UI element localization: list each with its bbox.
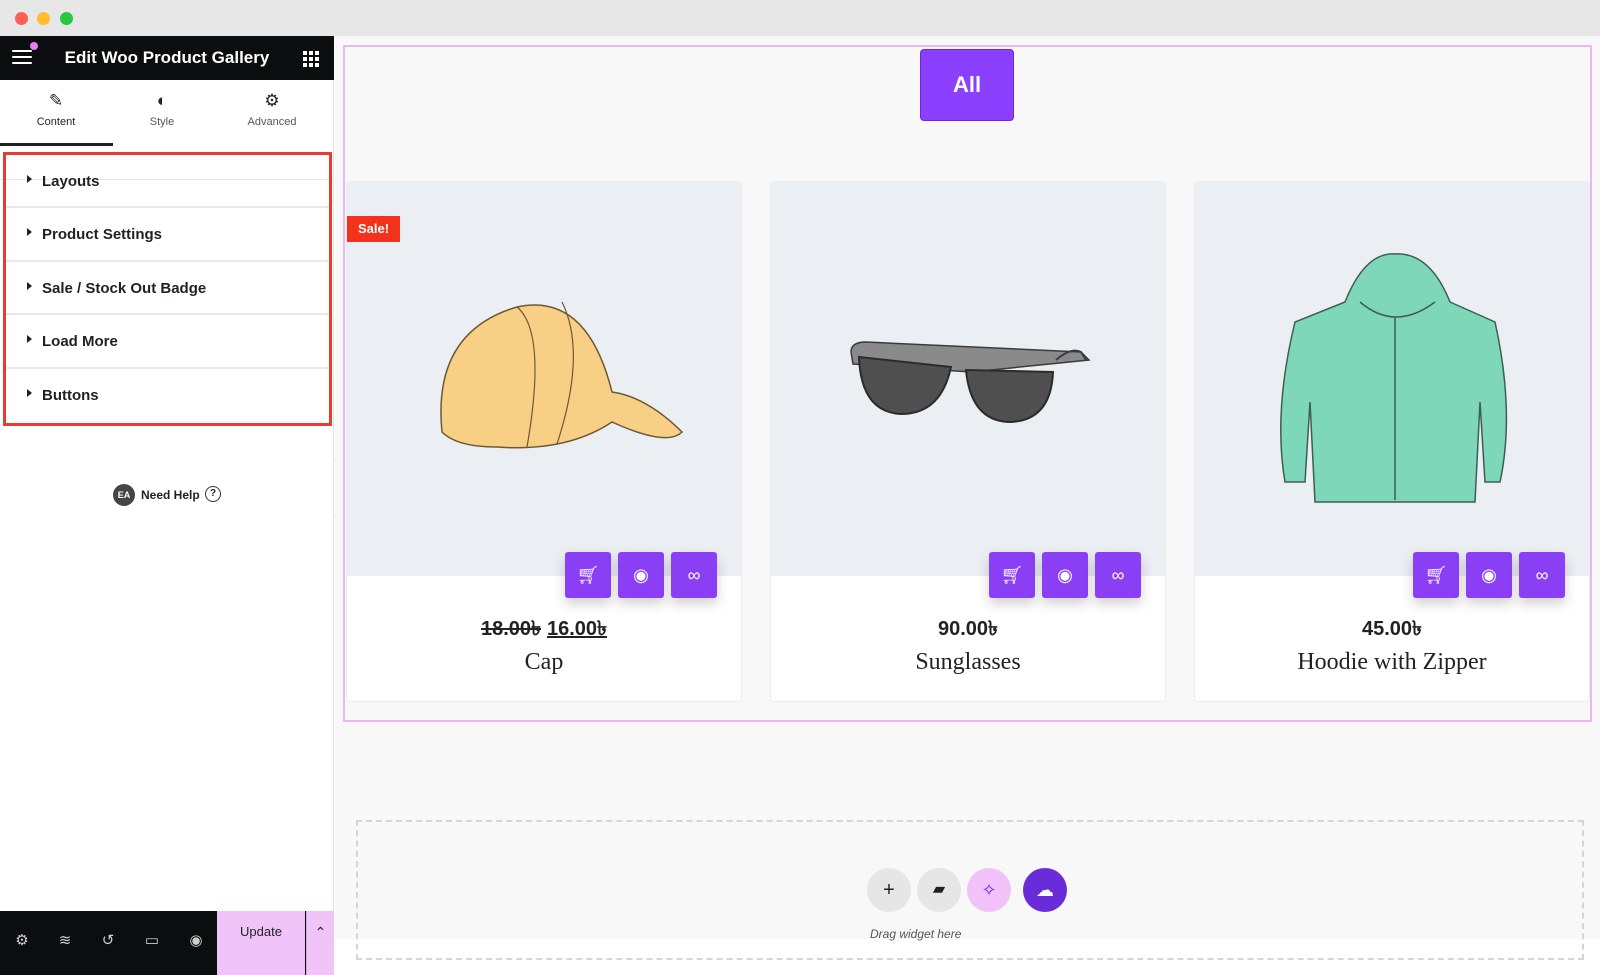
add-to-cart-button[interactable]: 🛒︎ — [989, 552, 1035, 598]
minimize-window-button[interactable] — [37, 12, 50, 25]
section-label: Buttons — [42, 386, 99, 404]
section-product-settings[interactable]: Product Settings — [6, 208, 329, 262]
section-sale-badge[interactable]: Sale / Stock Out Badge — [6, 262, 329, 316]
link-icon: ∞ — [1535, 565, 1549, 585]
eye-icon[interactable]: ◉ — [185, 930, 207, 952]
product-image[interactable] — [1195, 182, 1589, 576]
tab-advanced-label: Advanced — [247, 116, 297, 128]
add-section-icon[interactable]: + — [867, 868, 911, 912]
quick-view-button[interactable]: ◉ — [1466, 552, 1512, 598]
section-label: Product Settings — [42, 226, 163, 244]
product-card[interactable]: 🛒︎ ◉ ∞ 90.00৳ Sunglasses — [770, 181, 1166, 702]
product-image[interactable] — [771, 182, 1165, 576]
add-to-cart-button[interactable]: 🛒︎ — [565, 552, 611, 598]
product-link-button[interactable]: ∞ — [1095, 552, 1141, 598]
caret-right-icon — [27, 335, 32, 344]
quick-view-button[interactable]: ◉ — [1042, 552, 1088, 598]
sale-badge: Sale! — [347, 216, 400, 242]
section-buttons[interactable]: Buttons — [6, 369, 329, 422]
sunglasses-image — [850, 341, 1091, 424]
section-layouts[interactable]: Layouts — [6, 155, 329, 209]
editor-panel: Edit Woo Product Gallery ✎ Content ◐ Sty… — [0, 36, 334, 975]
product-price: 45.00৳ — [1361, 618, 1422, 640]
layers-icon[interactable]: ≋ — [54, 930, 76, 952]
half-circle-icon: ◐ — [156, 91, 168, 110]
history-icon[interactable]: ↺ — [97, 930, 119, 952]
tab-content-label: Content — [36, 116, 76, 128]
product-name[interactable]: Cap — [347, 649, 741, 676]
product-card[interactable]: Sale! 🛒︎ ◉ ∞ 18.00৳ 16.00৳ Cap — [346, 181, 742, 702]
cart-icon: 🛒︎ — [576, 565, 600, 585]
link-icon: ∞ — [687, 565, 701, 585]
product-name[interactable]: Hoodie with Zipper — [1195, 649, 1589, 676]
gear-icon: ⚙ — [264, 91, 280, 110]
panel-header: Edit Woo Product Gallery — [0, 36, 334, 80]
folder-icon[interactable]: ▰ — [917, 868, 961, 912]
caret-right-icon — [27, 228, 32, 237]
sale-price: 16.00৳ — [547, 618, 608, 640]
link-icon: ∞ — [1111, 565, 1125, 585]
widgets-grid-icon[interactable] — [303, 51, 319, 67]
tab-style-label: Style — [149, 116, 175, 128]
tab-content[interactable]: ✎ Content — [0, 90, 113, 146]
chevron-up-icon[interactable]: ⌃ — [306, 911, 334, 975]
tab-style[interactable]: ◐ Style — [106, 90, 218, 146]
caret-right-icon — [27, 175, 32, 183]
maximize-window-button[interactable] — [60, 12, 73, 25]
cart-icon: 🛒︎ — [1424, 565, 1448, 585]
product-card[interactable]: 🛒︎ ◉ ∞ 45.00৳ Hoodie with Zipper — [1194, 181, 1590, 702]
section-label: Sale / Stock Out Badge — [42, 279, 207, 297]
eye-icon: ◉ — [1057, 565, 1073, 585]
product-link-button[interactable]: ∞ — [1519, 552, 1565, 598]
product-link-button[interactable]: ∞ — [671, 552, 717, 598]
section-label: Load More — [42, 333, 118, 351]
panel-title: Edit Woo Product Gallery — [64, 48, 270, 67]
section-load-more[interactable]: Load More — [6, 315, 329, 369]
settings-gear-icon[interactable]: ⚙ — [11, 930, 33, 952]
old-price: 18.00৳ — [480, 618, 541, 640]
caret-right-icon — [27, 281, 32, 290]
update-button[interactable]: Update — [217, 911, 305, 975]
section-label: Layouts — [42, 173, 100, 190]
add-to-cart-button[interactable]: 🛒︎ — [1413, 552, 1459, 598]
cart-icon: 🛒︎ — [1000, 565, 1024, 585]
product-price: 18.00৳ 16.00৳ — [347, 614, 741, 647]
cap-image — [440, 301, 684, 449]
product-image[interactable] — [347, 182, 741, 576]
eye-icon: ◉ — [633, 565, 649, 585]
hoodie-image — [1280, 253, 1508, 503]
product-name[interactable]: Sunglasses — [771, 649, 1165, 676]
caret-right-icon — [27, 388, 32, 397]
eye-icon: ◉ — [1481, 565, 1497, 585]
ea-logo: EA — [113, 484, 135, 506]
tab-advanced[interactable]: ⚙ Advanced — [216, 90, 328, 146]
ea-templates-icon[interactable]: ☁ — [1023, 868, 1067, 912]
window-titlebar — [0, 0, 1600, 36]
responsive-icon[interactable]: ▭ — [141, 930, 163, 952]
filter-all-button[interactable]: All — [920, 49, 1014, 121]
pencil-icon: ✎ — [48, 91, 64, 110]
need-help-label: Need Help — [141, 488, 200, 502]
panel-footer: ⚙ ≋ ↺ ▭ ◉ Update ⌃ — [0, 911, 334, 975]
question-icon: ? — [205, 486, 221, 502]
close-window-button[interactable] — [15, 12, 28, 25]
product-price: 90.00৳ — [937, 618, 998, 640]
settings-sections: Layouts Product Settings Sale / Stock Ou… — [3, 152, 332, 426]
quick-view-button[interactable]: ◉ — [618, 552, 664, 598]
ai-sparkle-icon[interactable]: ✧ — [967, 868, 1011, 912]
